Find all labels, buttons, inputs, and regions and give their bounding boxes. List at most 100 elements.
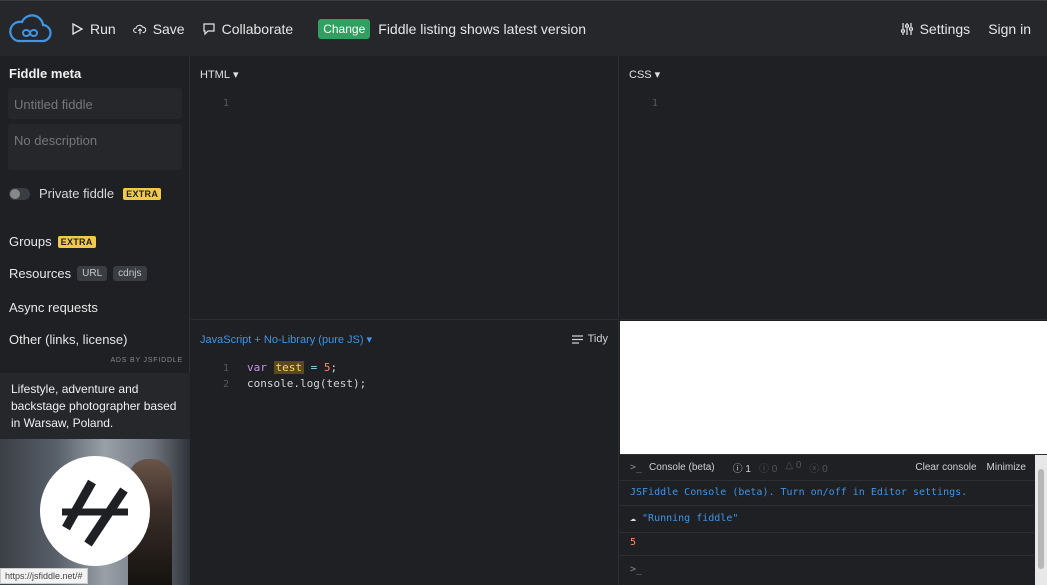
console-title: Console (beta) [649, 462, 715, 473]
html-panel-header[interactable]: HTML ▾ [200, 68, 239, 82]
url-pill[interactable]: URL [77, 266, 108, 281]
js-panel[interactable]: JavaScript + No-Library (pure JS) ▾ Tidy… [191, 321, 619, 585]
play-icon [72, 22, 84, 35]
html-panel[interactable]: HTML ▾ 1 [191, 56, 619, 320]
description-input[interactable]: No description [8, 124, 182, 170]
console-panel: >_ Console (beta) ⓘ 1 ⓘ 0 △ 0 ⓧ 0 Clear … [620, 454, 1047, 585]
minimize-console-button[interactable]: Minimize [987, 462, 1026, 473]
ad-text: Lifestyle, adventure and backstage photo… [11, 382, 177, 430]
warning-triangle-icon: △ [785, 460, 794, 471]
description-placeholder: No description [14, 133, 98, 148]
ads-label: ADS BY JSFIDDLE [110, 357, 183, 364]
status-bar-url: https://jsfiddle.net/# [0, 568, 88, 584]
fiddle-meta-title: Fiddle meta [9, 66, 82, 81]
css-panel-header[interactable]: CSS ▾ [629, 68, 661, 82]
line-number: 1 [222, 363, 229, 374]
change-badge[interactable]: Change [318, 18, 371, 39]
ad-logo-icon [40, 456, 150, 566]
console-output-line: 5 [630, 537, 637, 548]
caret-down-icon: ▾ [654, 69, 661, 81]
ad-image[interactable] [0, 439, 190, 585]
console-divider [620, 505, 1034, 506]
console-scrollbar[interactable] [1035, 455, 1047, 585]
settings-label: Settings [919, 20, 971, 37]
tidy-button[interactable]: Tidy [571, 333, 608, 345]
tidy-label: Tidy [587, 333, 608, 345]
extra-badge: EXTRA [123, 187, 162, 200]
info-count[interactable]: ⓘ 0 [759, 460, 777, 475]
sliders-icon [900, 22, 913, 35]
version-notice: Fiddle listing shows latest version [378, 20, 587, 37]
title-input[interactable]: Untitled fiddle [8, 88, 182, 119]
console-divider [620, 555, 1034, 556]
jsfiddle-logo-icon[interactable] [8, 13, 52, 45]
line-number: 2 [222, 379, 229, 390]
log-count[interactable]: ⓘ 1 [733, 460, 751, 475]
run-button[interactable]: Run [70, 21, 116, 37]
code-line-1: var test = 5; [247, 360, 366, 376]
async-label: Async requests [9, 300, 98, 315]
extra-badge: EXTRA [57, 235, 96, 248]
warn-count[interactable]: △ 0 [785, 460, 801, 475]
sidebar-item-async[interactable]: Async requests [9, 300, 98, 315]
settings-button[interactable]: Settings [900, 20, 971, 37]
chat-bubble-icon [203, 22, 215, 35]
sign-in-button[interactable]: Sign in [988, 21, 1031, 37]
align-lines-icon [571, 334, 583, 344]
collaborate-label: Collaborate [221, 20, 294, 37]
private-toggle[interactable] [9, 187, 30, 200]
js-code[interactable]: var test = 5; console.log(test); [247, 360, 366, 392]
ad-text-box[interactable]: Lifestyle, adventure and backstage photo… [0, 373, 190, 439]
console-prompt-input[interactable]: >_ [630, 564, 642, 575]
top-toolbar: Run Save Collaborate Change Fiddle listi… [0, 0, 1047, 56]
html-line-number: 1 [222, 98, 229, 109]
save-label: Save [152, 20, 185, 37]
collaborate-button[interactable]: Collaborate [202, 20, 294, 37]
console-running-line: ☁ "Running fiddle" [630, 513, 738, 524]
sidebar: Fiddle meta Untitled fiddle No descripti… [0, 56, 190, 585]
info-circle-icon: ⓘ [732, 464, 743, 475]
css-panel[interactable]: CSS ▾ 1 [620, 56, 1047, 320]
js-line-numbers: 1 2 [213, 361, 229, 393]
error-circle-icon: ⓧ [809, 464, 820, 475]
running-text: "Running fiddle" [642, 513, 739, 524]
caret-down-icon: ▾ [366, 334, 373, 346]
title-placeholder: Untitled fiddle [14, 97, 93, 112]
error-count[interactable]: ⓧ 0 [809, 460, 827, 475]
css-line-number: 1 [651, 98, 658, 109]
console-actions: Clear console Minimize [915, 462, 1026, 473]
js-panel-title: JavaScript + No-Library (pure JS) [200, 333, 364, 346]
info-circle-icon: ⓘ [758, 464, 769, 475]
code-line-2: console.log(test); [247, 377, 367, 390]
identifier-token: test [273, 361, 304, 374]
caret-down-icon: ▾ [232, 69, 239, 81]
jsfiddle-app: Run Save Collaborate Change Fiddle listi… [0, 0, 1047, 585]
semicolon-token: ; [330, 361, 338, 374]
html-panel-title: HTML [200, 68, 230, 81]
other-label: Other (links, license) [9, 332, 128, 347]
clear-console-button[interactable]: Clear console [915, 462, 976, 473]
result-iframe[interactable] [620, 321, 1047, 454]
number-token: 5 [323, 361, 331, 374]
private-label: Private fiddle [39, 186, 115, 201]
run-label: Run [90, 20, 116, 37]
cloud-upload-icon [132, 24, 146, 34]
save-button[interactable]: Save [132, 20, 185, 37]
keyword-token: var [247, 361, 267, 374]
groups-label: Groups [9, 234, 52, 249]
sidebar-item-resources[interactable]: Resources URL cdnjs [9, 266, 147, 281]
cdnjs-pill[interactable]: cdnjs [113, 266, 147, 281]
js-panel-header[interactable]: JavaScript + No-Library (pure JS) ▾ [200, 333, 373, 347]
console-divider [620, 532, 1034, 533]
sidebar-item-groups[interactable]: Groups EXTRA [9, 234, 96, 249]
resources-label: Resources [9, 266, 72, 281]
console-intro-line: JSFiddle Console (beta). Turn on/off in … [630, 487, 968, 498]
terminal-icon: >_ [630, 462, 643, 473]
sidebar-item-other[interactable]: Other (links, license) [9, 332, 127, 347]
operator-token: = [310, 361, 318, 374]
private-fiddle-row: Private fiddle EXTRA [9, 186, 162, 201]
css-panel-title: CSS [629, 68, 652, 81]
console-header: >_ Console (beta) ⓘ 1 ⓘ 0 △ 0 ⓧ 0 Clear … [620, 455, 1047, 481]
toolbar-right: Settings Sign in [900, 21, 1031, 37]
console-counts: ⓘ 1 ⓘ 0 △ 0 ⓧ 0 [733, 460, 828, 475]
